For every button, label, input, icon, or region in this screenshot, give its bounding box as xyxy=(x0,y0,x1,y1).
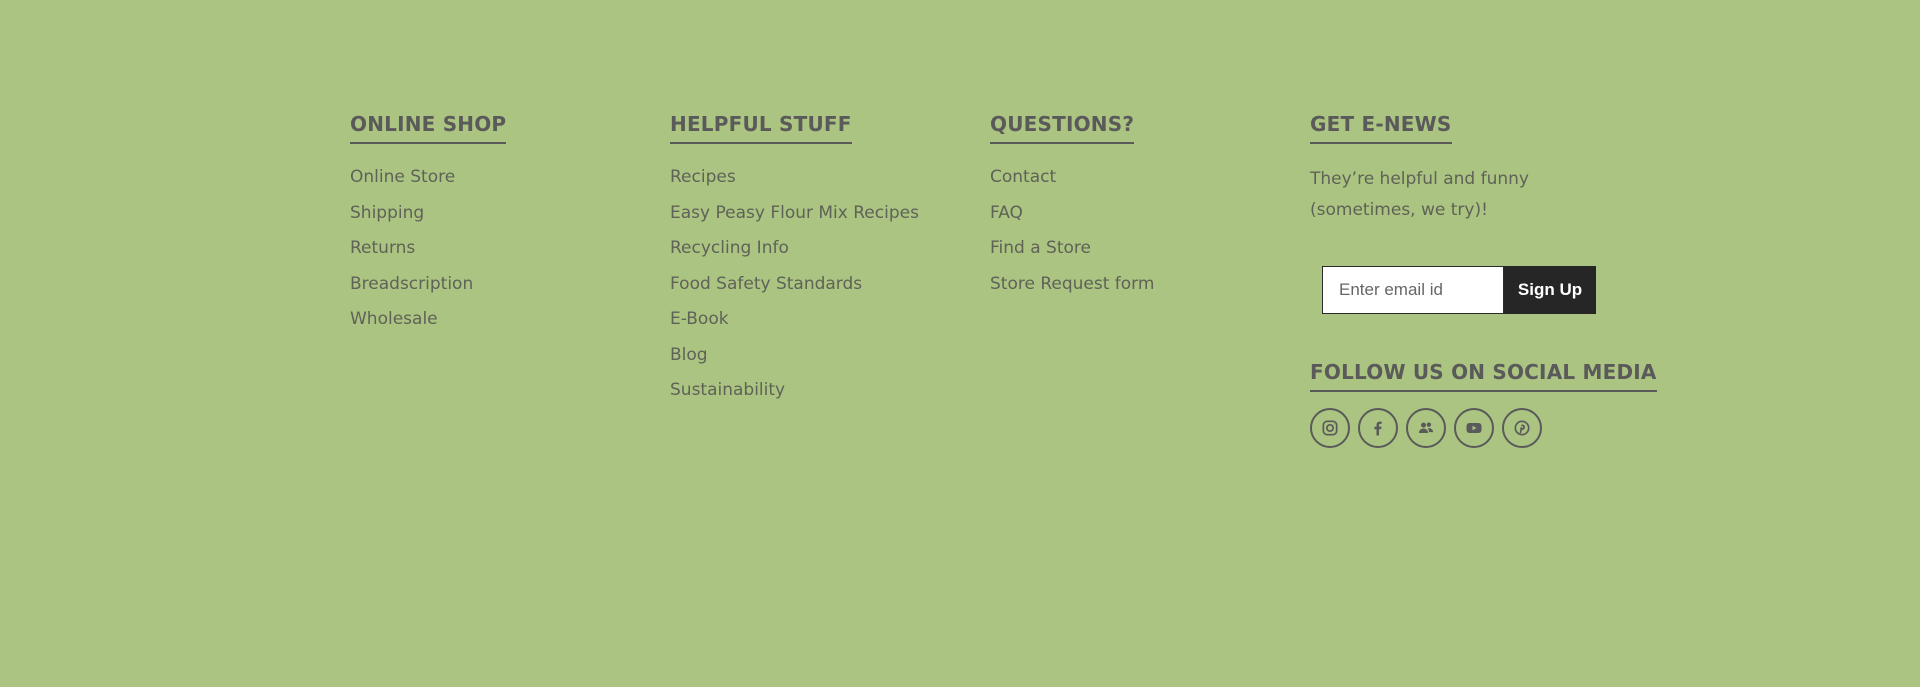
list-item: Breadscription xyxy=(350,273,650,309)
list-item: Contact xyxy=(990,166,1290,202)
social-icons xyxy=(1310,408,1542,448)
find-store-link[interactable]: Find a Store xyxy=(990,238,1091,258)
online-shop-heading: ONLINE SHOP xyxy=(350,112,507,144)
social-heading: FOLLOW US ON SOCIAL MEDIA xyxy=(1310,360,1657,392)
store-request-link[interactable]: Store Request form xyxy=(990,274,1154,294)
list-item: Recipes xyxy=(670,166,970,202)
breadscription-link[interactable]: Breadscription xyxy=(350,274,473,294)
newsletter-form: Sign Up xyxy=(1322,266,1596,314)
faq-link[interactable]: FAQ xyxy=(990,203,1023,223)
returns-link[interactable]: Returns xyxy=(350,238,415,258)
list-item: Wholesale xyxy=(350,308,650,344)
contact-link[interactable]: Contact xyxy=(990,167,1056,187)
instagram-icon[interactable] xyxy=(1310,408,1350,448)
ebook-link[interactable]: E-Book xyxy=(670,309,729,329)
shipping-link[interactable]: Shipping xyxy=(350,203,424,223)
questions-column: QUESTIONS? Contact FAQ Find a Store Stor… xyxy=(990,112,1290,308)
list-item: Online Store xyxy=(350,166,650,202)
questions-links: Contact FAQ Find a Store Store Request f… xyxy=(990,166,1290,308)
online-shop-column: ONLINE SHOP Online Store Shipping Return… xyxy=(350,112,650,344)
community-icon[interactable] xyxy=(1406,408,1446,448)
list-item: Sustainability xyxy=(670,379,970,415)
helpful-stuff-links: Recipes Easy Peasy Flour Mix Recipes Rec… xyxy=(670,166,970,415)
list-item: FAQ xyxy=(990,202,1290,238)
sustainability-link[interactable]: Sustainability xyxy=(670,380,785,400)
youtube-icon[interactable] xyxy=(1454,408,1494,448)
flour-mix-recipes-link[interactable]: Easy Peasy Flour Mix Recipes xyxy=(670,203,919,223)
list-item: Find a Store xyxy=(990,237,1290,273)
list-item: Recycling Info xyxy=(670,237,970,273)
recycling-info-link[interactable]: Recycling Info xyxy=(670,238,789,258)
email-input[interactable] xyxy=(1322,266,1504,314)
enews-heading: GET E-NEWS xyxy=(1310,112,1452,144)
online-store-link[interactable]: Online Store xyxy=(350,167,455,187)
pinterest-icon[interactable] xyxy=(1502,408,1542,448)
helpful-stuff-column: HELPFUL STUFF Recipes Easy Peasy Flour M… xyxy=(670,112,970,415)
list-item: E-Book xyxy=(670,308,970,344)
list-item: Store Request form xyxy=(990,273,1290,309)
list-item: Shipping xyxy=(350,202,650,238)
enews-column: GET E-NEWS They’re helpful and funny (so… xyxy=(1310,112,1657,448)
sign-up-button[interactable]: Sign Up xyxy=(1504,266,1596,314)
food-safety-link[interactable]: Food Safety Standards xyxy=(670,274,862,294)
helpful-stuff-heading: HELPFUL STUFF xyxy=(670,112,852,144)
wholesale-link[interactable]: Wholesale xyxy=(350,309,438,329)
list-item: Returns xyxy=(350,237,650,273)
questions-heading: QUESTIONS? xyxy=(990,112,1135,144)
site-footer: ONLINE SHOP Online Store Shipping Return… xyxy=(0,0,1920,687)
list-item: Food Safety Standards xyxy=(670,273,970,309)
recipes-link[interactable]: Recipes xyxy=(670,167,736,187)
facebook-icon[interactable] xyxy=(1358,408,1398,448)
list-item: Blog xyxy=(670,344,970,380)
blog-link[interactable]: Blog xyxy=(670,345,708,365)
online-shop-links: Online Store Shipping Returns Breadscrip… xyxy=(350,166,650,344)
enews-description: They’re helpful and funny (sometimes, we… xyxy=(1310,169,1529,220)
list-item: Easy Peasy Flour Mix Recipes xyxy=(670,202,970,238)
